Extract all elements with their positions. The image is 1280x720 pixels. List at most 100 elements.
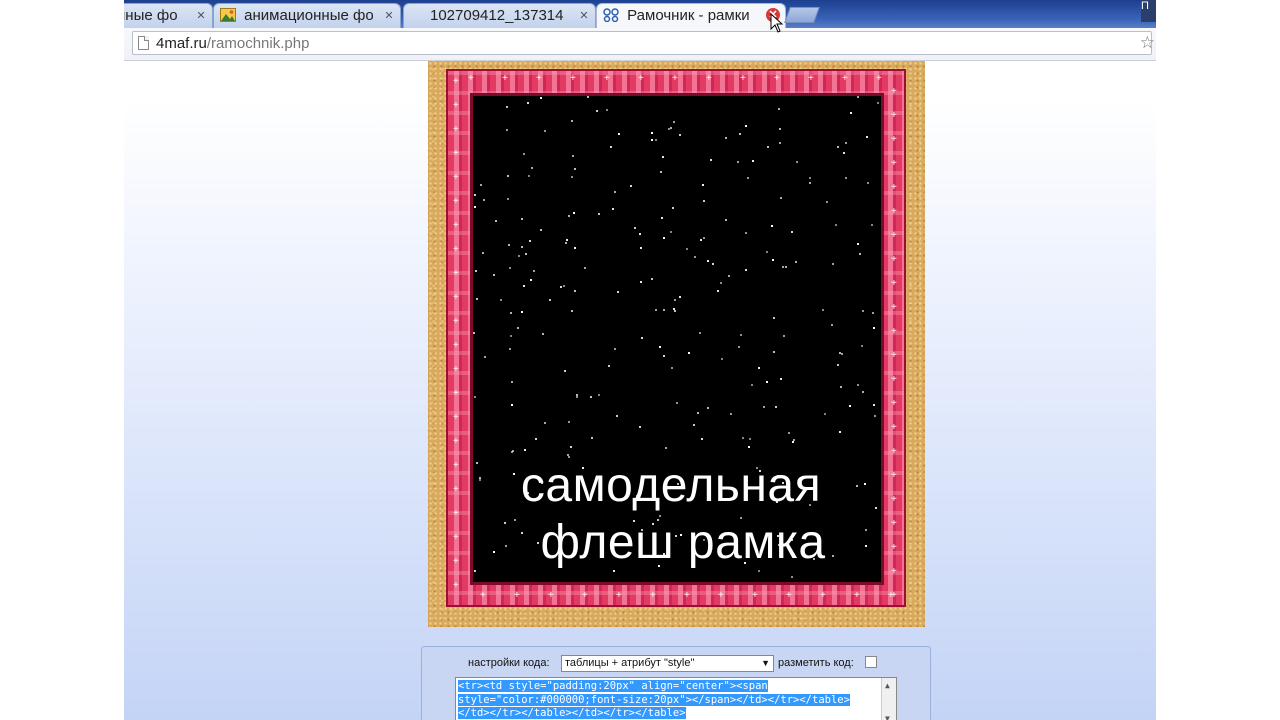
- tab-1[interactable]: нные фо ✕: [124, 3, 213, 28]
- star-dot: [608, 365, 610, 367]
- sparkle: +: [672, 73, 678, 84]
- tab-1-label: нные фо: [124, 7, 178, 24]
- star-dot: [500, 299, 502, 301]
- sparkle: +: [718, 590, 724, 601]
- sparkle: +: [808, 73, 814, 84]
- tab-3[interactable]: 102709412_137314 ✕: [403, 3, 596, 28]
- star-dot: [533, 270, 535, 272]
- star-dot: [617, 291, 619, 293]
- star-dot: [832, 263, 834, 265]
- star-dot: [474, 570, 476, 572]
- star-dot: [571, 310, 573, 312]
- star-dot: [544, 130, 546, 132]
- star-dot: [826, 201, 828, 203]
- sparkle: +: [891, 182, 897, 193]
- star-dot: [843, 152, 845, 154]
- star-dot: [720, 282, 722, 284]
- scroll-down-icon[interactable]: ▼: [885, 712, 890, 720]
- star-dot: [663, 355, 665, 357]
- star-dot: [837, 146, 839, 148]
- star-dot: [874, 415, 876, 417]
- sparkle: +: [514, 590, 520, 601]
- sparkle: +: [891, 446, 897, 457]
- sparkle: +: [774, 73, 780, 84]
- textarea-scrollbar[interactable]: ▲ ▼: [881, 678, 896, 720]
- star-dot: [672, 207, 674, 209]
- sparkle: +: [453, 580, 459, 591]
- sparkle: +: [453, 292, 459, 303]
- star-dot: [779, 128, 781, 130]
- star-dot: [785, 266, 787, 268]
- sparkle: +: [453, 340, 459, 351]
- star-dot: [670, 231, 672, 233]
- sparkle: +: [684, 590, 690, 601]
- close-tab-icon[interactable]: ✕: [195, 10, 207, 22]
- bookmark-star-icon[interactable]: ☆: [1140, 33, 1155, 53]
- star-dot: [742, 437, 744, 439]
- star-dot: [544, 422, 546, 424]
- mark-code-checkbox[interactable]: [865, 656, 877, 668]
- star-dot: [598, 394, 600, 396]
- star-dot: [565, 242, 567, 244]
- star-dot: [610, 146, 612, 148]
- star-dot: [518, 255, 520, 257]
- star-dot: [612, 208, 614, 210]
- star-dot: [749, 438, 751, 440]
- scroll-up-icon[interactable]: ▲: [885, 679, 890, 693]
- tab-4-active[interactable]: Рамочник - рамки ✕: [596, 3, 786, 28]
- star-dot: [640, 281, 642, 283]
- tab-2[interactable]: анимационные фо ✕: [213, 3, 401, 28]
- star-dot: [831, 324, 833, 326]
- star-dot: [483, 199, 485, 201]
- sparkle: +: [453, 220, 459, 231]
- star-dot: [688, 352, 690, 354]
- star-dot: [862, 310, 864, 312]
- frame-preview: самодельная флеш рамка + + + + + + + + + + + + + + + + +…: [428, 61, 925, 627]
- url-text[interactable]: 4maf.ru/ramochnik.php: [156, 35, 309, 52]
- star-dot: [670, 127, 672, 129]
- sparkle: +: [740, 73, 746, 84]
- star-dot: [560, 286, 562, 288]
- star-dot: [659, 346, 661, 348]
- code-settings-select[interactable]: таблицы + атрибут "style" ▼: [561, 655, 774, 672]
- sparkle: +: [891, 302, 897, 313]
- star-dot: [613, 570, 615, 572]
- window-control-button[interactable]: П: [1141, 0, 1156, 22]
- star-dot: [474, 396, 476, 398]
- code-textarea[interactable]: <tr><td style="padding:20px" align="cent…: [455, 677, 897, 720]
- code-line-1: <tr><td style="padding:20px" align="cent…: [458, 680, 768, 692]
- sparkle: +: [453, 172, 459, 183]
- sparkle: +: [638, 73, 644, 84]
- tab-2-label: анимационные фо: [244, 7, 374, 24]
- star-dot: [493, 274, 495, 276]
- close-tab-icon[interactable]: ✕: [578, 10, 590, 22]
- star-dot: [651, 139, 653, 141]
- star-dot: [778, 108, 780, 110]
- new-tab-button[interactable]: [784, 7, 820, 23]
- star-dot: [780, 197, 782, 199]
- sparkle: +: [453, 460, 459, 471]
- code-settings-value: таблицы + атрибут "style": [565, 657, 695, 669]
- star-dot: [783, 335, 785, 337]
- close-tab-icon[interactable]: ✕: [383, 10, 395, 22]
- left-margin: [0, 0, 124, 720]
- star-dot: [866, 136, 868, 138]
- star-dot: [509, 348, 511, 350]
- star-dot: [700, 239, 702, 241]
- star-dot: [563, 285, 565, 287]
- star-dot: [596, 110, 598, 112]
- frame-pink-border: самодельная флеш рамка + + + + + + + + + + + + + + + + +…: [446, 69, 906, 607]
- star-dot: [712, 263, 714, 265]
- frame-caption-line2: флеш рамка: [540, 516, 826, 569]
- star-dot: [840, 386, 842, 388]
- star-dot: [791, 576, 793, 578]
- star-dot: [584, 267, 586, 269]
- sparkle: +: [891, 134, 897, 145]
- frame-site-icon: [603, 8, 619, 23]
- star-dot: [614, 348, 616, 350]
- star-dot: [618, 133, 620, 135]
- address-bar[interactable]: 4maf.ru/ramochnik.php ☆: [132, 31, 1155, 55]
- star-dot: [766, 251, 768, 253]
- star-dot: [775, 406, 777, 408]
- star-dot: [542, 333, 544, 335]
